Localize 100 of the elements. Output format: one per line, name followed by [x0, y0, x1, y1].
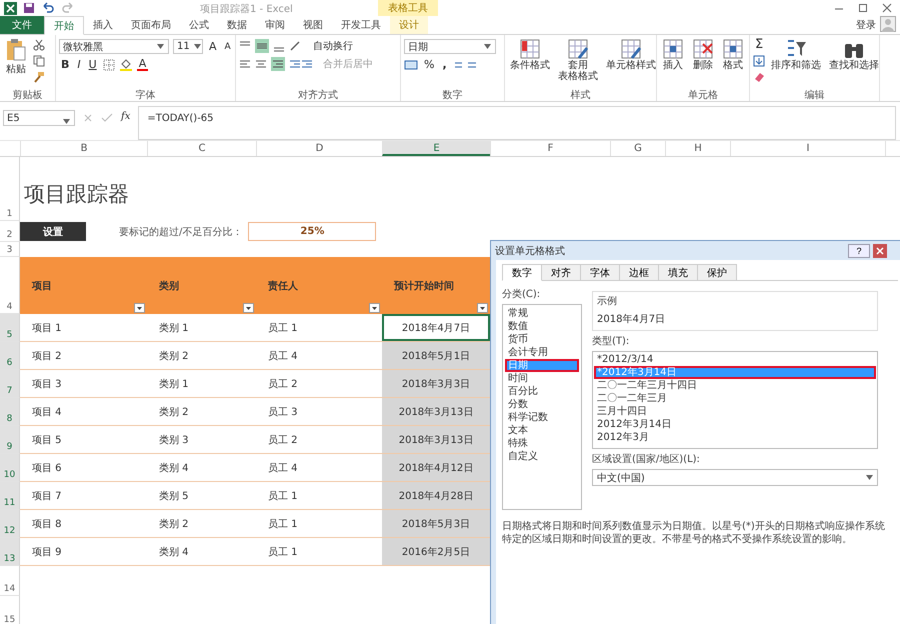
row-number[interactable]: 3: [0, 242, 20, 257]
dialog-tab[interactable]: 数字: [502, 264, 542, 281]
category-item[interactable]: 会计专用: [505, 346, 579, 359]
ribbon-tab[interactable]: 插入: [84, 16, 122, 34]
ribbon-tab[interactable]: 页面布局: [122, 16, 180, 34]
column-header[interactable]: B: [20, 141, 147, 156]
save-icon[interactable]: [23, 2, 35, 14]
number-format-dropdown[interactable]: 日期: [404, 39, 496, 54]
eraser-icon[interactable]: [753, 71, 765, 83]
fill-color-icon[interactable]: [118, 58, 133, 71]
category-item[interactable]: 数值: [505, 320, 579, 333]
table-cell[interactable]: 2016年2月5日: [382, 538, 490, 565]
formula-input[interactable]: =TODAY()-65: [138, 106, 896, 140]
column-header[interactable]: G: [610, 141, 665, 156]
category-item[interactable]: 文本: [505, 424, 579, 437]
column-header[interactable]: I: [730, 141, 885, 156]
filter-dropdown-icon[interactable]: [243, 303, 254, 313]
comma-button[interactable]: ,: [440, 58, 449, 71]
italic-button[interactable]: I: [75, 58, 83, 71]
find-select-button[interactable]: 查找和选择: [827, 37, 882, 72]
type-item[interactable]: 2012年3月: [594, 431, 876, 444]
ribbon-tab[interactable]: 审阅: [256, 16, 294, 34]
column-header[interactable]: F: [490, 141, 610, 156]
wrap-text-button[interactable]: 自动换行: [313, 39, 353, 53]
dialog-tab[interactable]: 边框: [619, 264, 659, 280]
type-item[interactable]: 三月十四日: [594, 405, 876, 418]
category-item[interactable]: 百分比: [505, 385, 579, 398]
dropdown-arrow-icon[interactable]: [194, 44, 201, 49]
autosum-button[interactable]: Σ: [753, 39, 766, 51]
category-item[interactable]: 特殊: [505, 437, 579, 450]
type-item[interactable]: 二〇一二年三月十四日: [594, 379, 876, 392]
scissors-icon[interactable]: [33, 39, 45, 51]
row-number[interactable]: 9: [0, 426, 20, 454]
row-number[interactable]: 8: [0, 398, 20, 426]
borders-icon[interactable]: [102, 58, 115, 70]
table-cell[interactable]: 2018年3月13日: [382, 426, 490, 453]
locale-dropdown[interactable]: 中文(中国): [592, 469, 878, 486]
insert-function-button[interactable]: fx: [121, 111, 130, 122]
type-item[interactable]: 2012年3月14日: [594, 418, 876, 431]
shrink-font-button[interactable]: A: [222, 42, 233, 52]
category-item[interactable]: 自定义: [505, 450, 579, 463]
font-name-dropdown[interactable]: 微软雅黑: [59, 39, 169, 54]
category-item[interactable]: 常规: [505, 307, 579, 320]
filter-dropdown-icon[interactable]: [134, 303, 145, 313]
row-number[interactable]: 11: [0, 482, 20, 510]
table-cell[interactable]: 2018年4月7日: [382, 314, 490, 341]
dialog-tab[interactable]: 填充: [658, 264, 698, 280]
ribbon-tab[interactable]: 开发工具: [332, 16, 390, 34]
ribbon-tab[interactable]: 数据: [218, 16, 256, 34]
maximize-icon[interactable]: [858, 3, 868, 13]
dialog-tab[interactable]: 对齐: [541, 264, 581, 280]
dropdown-arrow-icon[interactable]: [157, 44, 164, 49]
close-icon[interactable]: [873, 244, 887, 258]
dialog-tab[interactable]: 保护: [697, 264, 737, 280]
row-number[interactable]: 7: [0, 370, 20, 398]
format-cells-button[interactable]: 格式: [720, 37, 746, 72]
ribbon-tab[interactable]: 开始: [44, 16, 84, 35]
close-icon[interactable]: [882, 3, 892, 13]
category-item[interactable]: 科学记数: [505, 411, 579, 424]
bold-button[interactable]: B: [59, 58, 72, 71]
table-format-button[interactable]: 套用 表格格式: [556, 37, 600, 83]
ribbon-tab[interactable]: 设计: [390, 16, 428, 34]
row-number[interactable]: 15: [0, 596, 20, 624]
table-cell[interactable]: 2018年3月13日: [382, 398, 490, 425]
checkmark-icon[interactable]: [101, 113, 113, 123]
row-number[interactable]: 5: [0, 314, 20, 342]
column-header[interactable]: H: [665, 141, 730, 156]
category-item[interactable]: 时间: [505, 372, 579, 385]
filter-dropdown-icon[interactable]: [477, 303, 488, 313]
dropdown-arrow-icon[interactable]: [484, 44, 491, 49]
insert-cells-button[interactable]: 插入: [660, 37, 686, 72]
name-box[interactable]: E5: [3, 110, 75, 126]
sort-filter-button[interactable]: 排序和筛选: [769, 37, 824, 72]
table-cell[interactable]: 2018年4月12日: [382, 454, 490, 481]
indent-icon[interactable]: [289, 58, 313, 70]
type-item[interactable]: *2012/3/14: [594, 353, 876, 366]
paste-button[interactable]: 粘贴: [3, 37, 29, 77]
grow-font-button[interactable]: A: [207, 40, 219, 53]
table-cell[interactable]: 2018年5月1日: [382, 342, 490, 369]
row-number[interactable]: 6: [0, 342, 20, 370]
dialog-tab[interactable]: 字体: [580, 264, 620, 280]
row-number[interactable]: 13: [0, 538, 20, 566]
percent-button[interactable]: %: [422, 58, 436, 71]
undo-icon[interactable]: [41, 2, 55, 14]
settings-button[interactable]: 设置: [20, 222, 86, 241]
font-size-dropdown[interactable]: 11: [173, 39, 203, 54]
currency-icon[interactable]: [404, 58, 418, 70]
format-painter-icon[interactable]: [33, 71, 45, 83]
ribbon-tab[interactable]: 视图: [294, 16, 332, 34]
dropdown-arrow-icon[interactable]: [866, 475, 873, 480]
align-left-icon[interactable]: [239, 58, 251, 70]
category-item[interactable]: 货币: [505, 333, 579, 346]
help-button[interactable]: ?: [848, 244, 870, 258]
row-number[interactable]: 1: [0, 157, 20, 221]
font-color-button[interactable]: A: [136, 58, 148, 71]
align-center-icon[interactable]: [255, 58, 267, 70]
row-number[interactable]: 10: [0, 454, 20, 482]
table-cell[interactable]: 2018年3月3日: [382, 370, 490, 397]
threshold-input[interactable]: 25%: [248, 222, 376, 241]
fill-icon[interactable]: [753, 55, 765, 67]
